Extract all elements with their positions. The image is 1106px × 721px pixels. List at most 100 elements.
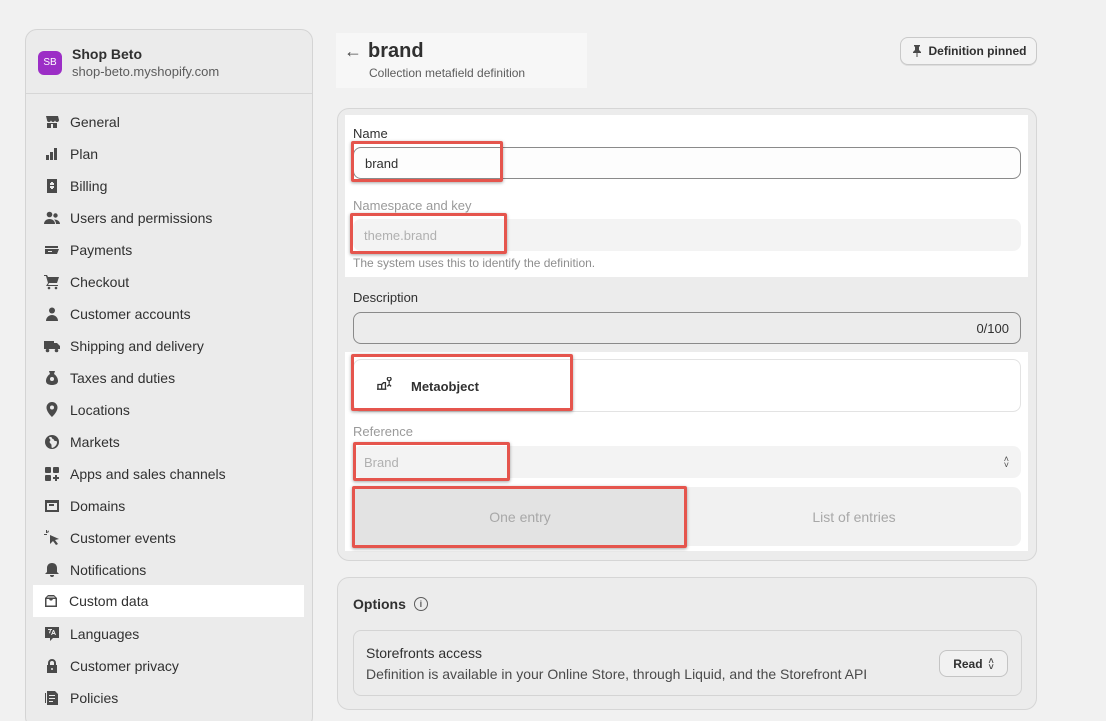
tax-icon [44, 370, 60, 386]
truck-icon [44, 338, 60, 354]
description-label: Description [353, 290, 419, 305]
name-namespace-section [345, 115, 1028, 277]
sidebar-item-label: Customer events [70, 530, 176, 546]
settings-sidebar: SB Shop Beto shop-beto.myshopify.com Gen… [25, 29, 313, 721]
sidebar-item-label: Checkout [70, 274, 130, 290]
entry-segmented-control: One entry List of entries [353, 487, 1021, 546]
sidebar-item-label: Users and permissions [70, 210, 213, 226]
pin-label: Definition pinned [928, 44, 1027, 58]
sidebar-item-general[interactable]: General [34, 106, 304, 138]
page-title: brand [368, 40, 424, 62]
sidebar-item-plan[interactable]: Plan [34, 138, 304, 170]
payments-icon [44, 242, 60, 258]
list-of-entries-option[interactable]: List of entries [687, 487, 1021, 546]
namespace-help-text: The system uses this to identify the def… [353, 256, 596, 270]
sidebar-item-label: Taxes and duties [70, 370, 176, 386]
globe-icon [44, 434, 60, 450]
sidebar-item-label: Apps and sales channels [70, 466, 226, 482]
custom-data-icon [43, 593, 59, 609]
sidebar-item-label: Domains [70, 498, 126, 514]
sidebar-item-label: Languages [70, 626, 140, 642]
metaobject-icon [376, 376, 393, 395]
sidebar-item-label: Markets [70, 434, 120, 450]
reference-select: Brand ˄ ˅ [353, 446, 1021, 478]
sidebar-item-label: Payments [70, 242, 133, 258]
description-counter: 0/100 [976, 320, 1009, 336]
sidebar-item-label: Customer accounts [70, 306, 191, 322]
sidebar-item-apps[interactable]: Apps and sales channels [34, 458, 304, 490]
sidebar-item-customer-events[interactable]: Customer events [34, 522, 304, 554]
storefront-access-title: Storefronts access [366, 645, 482, 661]
sidebar-item-taxes[interactable]: Taxes and duties [34, 362, 304, 394]
sidebar-item-domains[interactable]: Domains [34, 490, 304, 522]
sidebar-item-markets[interactable]: Markets [34, 426, 304, 458]
language-icon [44, 626, 60, 642]
access-value: Read [953, 656, 983, 671]
person-icon [44, 306, 60, 322]
sidebar-item-label: Policies [70, 690, 119, 706]
sidebar-item-label: Customer privacy [70, 658, 179, 674]
sidebar-item-customer-accounts[interactable]: Customer accounts [34, 298, 304, 330]
storefront-access-description: Definition is available in your Online S… [366, 666, 868, 682]
storefront-access-select[interactable]: Read ˄ ˅ [939, 650, 1008, 677]
users-icon [44, 210, 60, 226]
sidebar-item-languages[interactable]: Languages [34, 618, 304, 650]
sidebar-item-billing[interactable]: Billing [34, 170, 304, 202]
sidebar-item-label: Notifications [70, 562, 147, 578]
page-subtitle: Collection metafield definition [369, 66, 526, 80]
shop-domain: shop-beto.myshopify.com [72, 64, 220, 79]
sidebar-item-policies[interactable]: Policies [34, 682, 304, 714]
options-title: Options [353, 596, 406, 612]
location-icon [44, 402, 60, 418]
settings-nav: General Plan Billing Users and permissio… [26, 94, 312, 721]
options-heading: Options i [353, 596, 428, 612]
pin-icon [912, 45, 921, 57]
sidebar-item-label: Shipping and delivery [70, 338, 204, 354]
shop-header[interactable]: SB Shop Beto shop-beto.myshopify.com [26, 30, 312, 94]
description-input[interactable]: 0/100 [353, 312, 1021, 344]
sidebar-item-locations[interactable]: Locations [34, 394, 304, 426]
select-chevron-icon: ˄ ˅ [988, 655, 994, 672]
sidebar-item-label: Locations [70, 402, 130, 418]
type-card[interactable]: Metaobject [353, 359, 1021, 412]
apps-icon [44, 466, 60, 482]
reference-value: Brand [364, 454, 399, 470]
one-entry-option[interactable]: One entry [353, 487, 687, 546]
sidebar-item-custom-data[interactable]: Custom data [33, 585, 304, 617]
lock-icon [44, 658, 60, 674]
definition-pinned-button[interactable]: Definition pinned [900, 37, 1037, 65]
back-arrow-icon[interactable]: ← [344, 41, 362, 62]
page-header: ← brand Collection metafield definition [336, 33, 587, 88]
definition-card: Name brand Namespace and key theme.brand… [337, 108, 1037, 561]
bell-icon [44, 562, 60, 578]
chart-icon [44, 146, 60, 162]
store-icon [44, 114, 60, 130]
sidebar-item-customer-privacy[interactable]: Customer privacy [34, 650, 304, 682]
domain-icon [44, 498, 60, 514]
sidebar-item-checkout[interactable]: Checkout [34, 266, 304, 298]
name-label: Name [353, 126, 388, 141]
sidebar-item-shipping[interactable]: Shipping and delivery [34, 330, 304, 362]
cursor-icon [44, 530, 60, 546]
sidebar-item-label: Custom data [69, 593, 149, 609]
options-card: Options i Storefronts access Definition … [337, 577, 1037, 710]
policy-icon [44, 690, 60, 706]
sidebar-item-users[interactable]: Users and permissions [34, 202, 304, 234]
sidebar-item-label: Billing [70, 178, 108, 194]
info-icon[interactable]: i [413, 597, 428, 611]
type-label: Metaobject [411, 378, 479, 394]
sidebar-item-notifications[interactable]: Notifications [34, 554, 304, 586]
name-input[interactable]: brand [353, 147, 1021, 179]
namespace-label: Namespace and key [353, 198, 472, 213]
sidebar-item-payments[interactable]: Payments [34, 234, 304, 266]
storefront-access-row: Storefronts access Definition is availab… [353, 630, 1022, 696]
shop-avatar: SB [38, 50, 62, 75]
billing-icon [44, 178, 60, 194]
sidebar-item-label: Plan [70, 146, 99, 162]
shop-name: Shop Beto [72, 46, 142, 62]
sidebar-item-label: General [70, 114, 120, 130]
select-chevron-icon: ˄ ˅ [1003, 454, 1009, 470]
cart-icon [44, 274, 60, 290]
namespace-input: theme.brand [353, 219, 1021, 251]
reference-label: Reference [353, 424, 413, 439]
